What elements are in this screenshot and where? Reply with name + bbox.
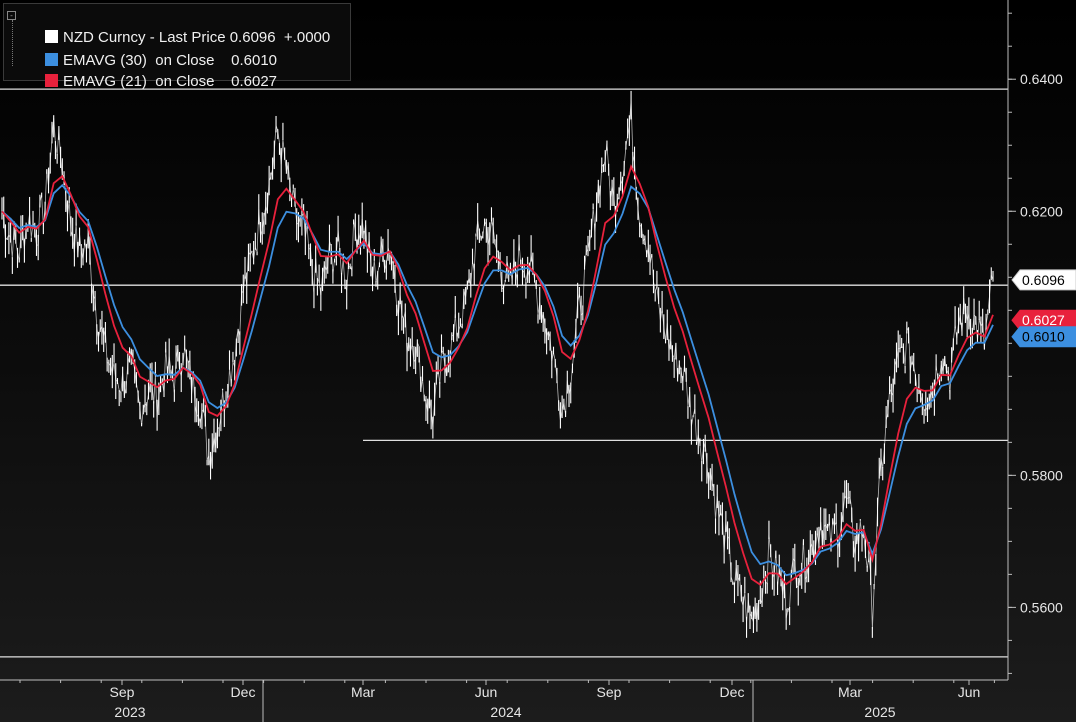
price-tags: 0.6096 0.60270.6010 [1011,269,1076,348]
chart-window: 0.6400 0.6200 0.5800 0.5600 Sep Dec Mar Jun Sep D… [0,0,1076,722]
ema30-tag: 0.6010 [1011,326,1076,348]
x-tick-label: Dec [720,684,745,700]
last-price-tag-label: 0.6096 [1022,272,1065,288]
tree-connector [12,20,13,66]
legend-row-ema21: EMAVG (21) on Close 0.6027 [20,55,277,90]
legend-row-ema30: EMAVG (30) on Close 0.6010 [20,34,277,69]
legend-label-ema21: EMAVG (21) on Close 0.6027 [63,73,278,90]
x-tick-label: Sep [110,684,135,700]
price-series [1,90,994,638]
collapse-icon[interactable]: - [7,11,16,20]
x-tick-label: Jun [475,684,498,700]
x-year-label: 2024 [490,704,521,720]
legend-row-price: NZD Curncy - Last Price 0.6096 +.0000 [20,11,330,46]
ema21-swatch-icon [45,74,59,87]
legend: - NZD Curncy - Last Price 0.6096 +.0000 … [3,3,351,90]
y-tick-label: 0.6200 [1020,203,1063,219]
x-tick-label: Dec [231,684,256,700]
y-tick-label: 0.5600 [1020,599,1063,615]
x-tick-label: Mar [351,684,375,700]
y-tick-label: 0.6400 [1020,71,1063,87]
horizontal-levels [0,88,1008,658]
price-chart: 0.6400 0.6200 0.5800 0.5600 Sep Dec Mar Jun Sep D… [0,0,1076,722]
x-tick-label: Jun [958,684,981,700]
ema30-tag-label: 0.6010 [1022,329,1065,345]
x-tick-label: Mar [838,684,862,700]
x-tick-label: Sep [597,684,622,700]
x-year-label: 2023 [114,704,145,720]
last-price-tag: 0.6096 [1011,269,1076,291]
ema21-tag-label: 0.6027 [1022,312,1065,328]
x-year-label: 2025 [864,704,895,720]
y-tick-label: 0.5800 [1020,467,1063,483]
